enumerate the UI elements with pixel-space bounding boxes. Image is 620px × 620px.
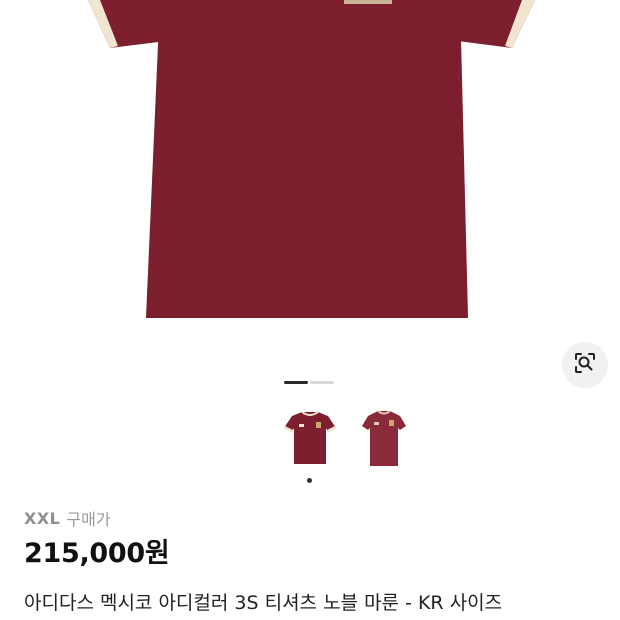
product-main-image[interactable] [0,0,620,360]
thumbnail-front[interactable] [278,406,342,470]
gallery-pager [284,381,334,384]
thumbnail-strip [0,406,620,476]
image-search-icon [573,351,597,379]
price-type-text: 구매가 [66,510,111,529]
thumbnail-back[interactable] [352,406,416,470]
thumbnail-selected-dot [307,478,312,483]
size-price-label: XXL 구매가 [24,506,111,530]
pager-indicator-active [284,381,308,384]
product-title: 아디다스 멕시코 아디컬러 3S 티셔츠 노블 마룬 - KR 사이즈 [24,592,503,614]
price-text: 215,000원 [24,538,170,569]
size-text: XXL [24,508,61,528]
pager-indicator [310,381,334,384]
shirt-image [88,0,535,318]
image-search-button[interactable] [562,342,608,388]
